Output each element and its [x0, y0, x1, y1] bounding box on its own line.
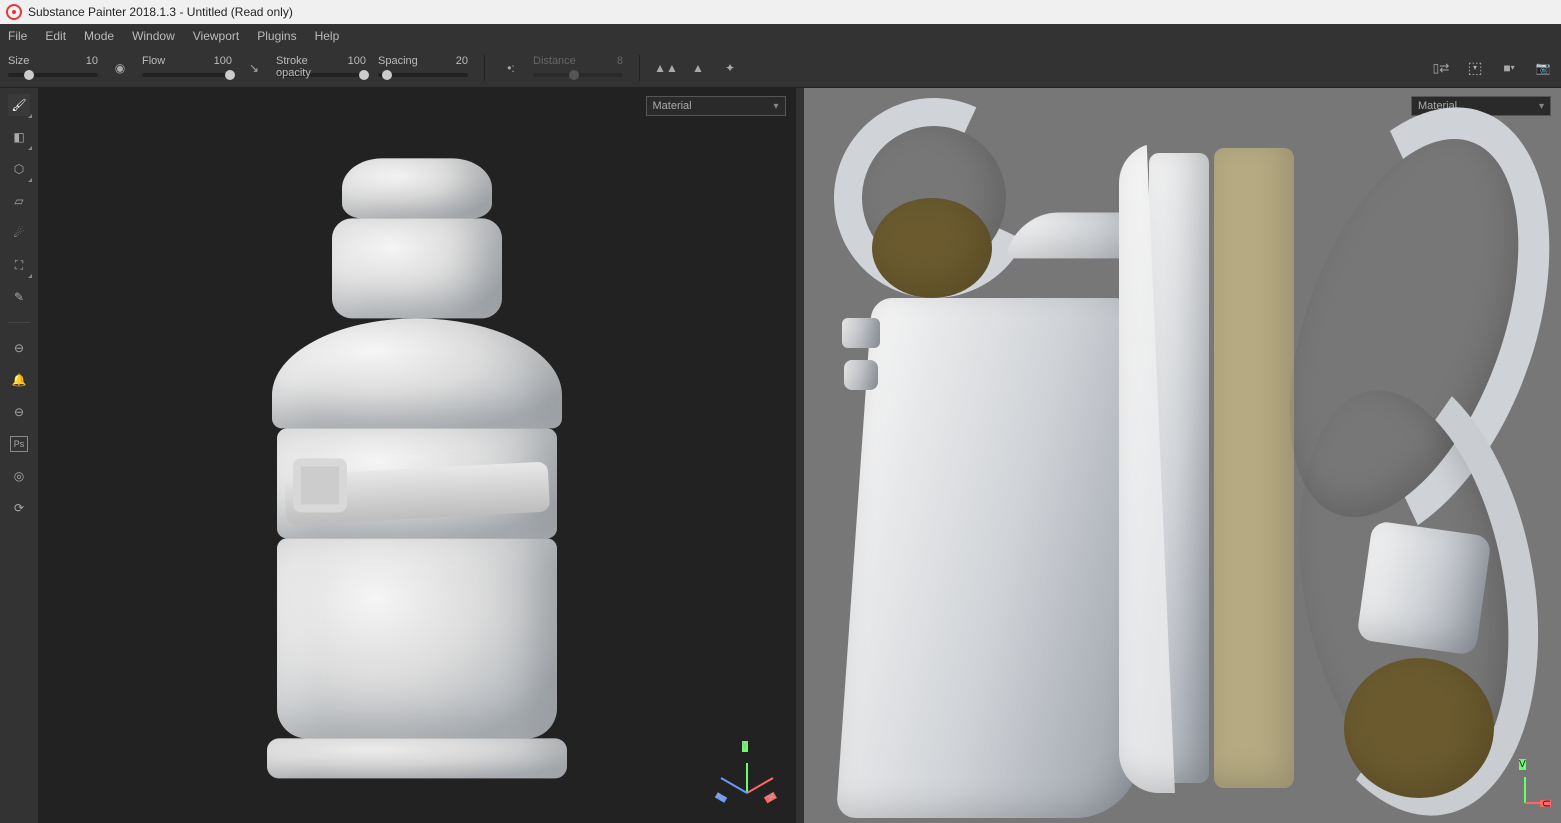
smudge-tool[interactable]: ☄	[8, 222, 30, 244]
axis-gizmo-2d[interactable]: V U	[1499, 759, 1549, 809]
size-value: 10	[74, 55, 98, 67]
stroke-opacity-group: Stroke opacity 100	[276, 59, 366, 77]
distance-label: Distance	[533, 55, 576, 67]
size-label: Size	[8, 55, 29, 67]
uv-island	[1344, 658, 1494, 798]
uv-island	[842, 318, 880, 348]
projection-tool[interactable]: ⬡	[8, 158, 30, 180]
tool-panel: 🖌 ◧ ⬡ ▱ ☄ ⛶ ✎ ⊖ 🔔 ⊖ Ps ◎ ⟳	[0, 88, 38, 823]
symmetry-x-icon[interactable]: ▲▲	[656, 58, 676, 78]
alerts-icon[interactable]: 🔔	[8, 369, 30, 391]
spacing-value: 20	[444, 55, 468, 67]
axis-u-label: U	[1540, 800, 1551, 807]
brush-toolbar: Size 10 ◉ Flow 100 ↘ Stroke opacity 100	[0, 48, 1561, 88]
spacing-slider[interactable]: Spacing 20	[378, 73, 468, 77]
stroke-opacity-label: Stroke opacity	[276, 55, 343, 79]
settings-sync-icon[interactable]: ⟳	[8, 497, 30, 519]
menu-mode[interactable]: Mode	[84, 29, 114, 43]
spacing-label: Spacing	[378, 55, 418, 67]
viewport-area: Material ▾ Y X Z	[38, 88, 1561, 823]
flow-value: 100	[208, 55, 232, 67]
render-icon[interactable]: ⊖	[8, 401, 30, 423]
picker-tool[interactable]: ✎	[8, 286, 30, 308]
chevron-down-icon: ▾	[773, 101, 778, 112]
viewport-2d[interactable]: Material ▾ V U	[804, 88, 1561, 823]
brush-hardness-icon[interactable]: ◉	[110, 58, 130, 78]
size-group: Size 10	[8, 59, 98, 77]
paint-brush-tool[interactable]: 🖌	[8, 94, 30, 116]
distance-value: 8	[599, 55, 623, 67]
menu-file[interactable]: File	[8, 29, 27, 43]
axis-gizmo-3d[interactable]: Y X Z	[716, 743, 776, 803]
menu-edit[interactable]: Edit	[45, 29, 66, 43]
distance-group: Distance 8	[533, 59, 623, 77]
size-slider[interactable]: Size 10	[8, 73, 98, 77]
menu-bar: File Edit Mode Window Viewport Plugins H…	[0, 24, 1561, 48]
viewport-3d[interactable]: Material ▾ Y X Z	[38, 88, 796, 823]
content: 🖌 ◧ ⬡ ▱ ☄ ⛶ ✎ ⊖ 🔔 ⊖ Ps ◎ ⟳ Material ▾	[0, 88, 1561, 823]
axis-v-label: V	[1519, 759, 1526, 770]
screenshot-icon[interactable]: 📷	[1533, 58, 1553, 78]
angle-icon[interactable]: ↘	[244, 58, 264, 78]
flow-group: Flow 100	[142, 59, 232, 77]
spacing-group: Spacing 20	[378, 59, 468, 77]
iray-icon[interactable]: ◎	[8, 465, 30, 487]
menu-viewport[interactable]: Viewport	[193, 29, 239, 43]
uv-island	[844, 360, 878, 390]
eraser-tool[interactable]: ◧	[8, 126, 30, 148]
view-mode-icon[interactable]: ⬚▾	[1465, 58, 1485, 78]
distance-slider: Distance 8	[533, 73, 623, 77]
menu-plugins[interactable]: Plugins	[257, 29, 296, 43]
menu-window[interactable]: Window	[132, 29, 175, 43]
clone-tool[interactable]: ⛶	[8, 254, 30, 276]
window-title: Substance Painter 2018.1.3 - Untitled (R…	[28, 5, 293, 19]
model-preview	[257, 158, 577, 778]
flow-slider[interactable]: Flow 100	[142, 73, 232, 77]
flow-label: Flow	[142, 55, 165, 67]
stroke-opacity-slider[interactable]: Stroke opacity 100	[276, 73, 366, 77]
perspective-toggle-icon[interactable]: ▯⇄	[1431, 58, 1451, 78]
camera-mode-icon[interactable]: ■▾	[1499, 58, 1519, 78]
symmetry-settings-icon[interactable]: ✦	[720, 58, 740, 78]
material-dropdown-3d[interactable]: Material ▾	[646, 96, 786, 116]
uv-island	[1356, 520, 1492, 656]
photoshop-export-icon[interactable]: Ps	[8, 433, 30, 455]
menu-help[interactable]: Help	[315, 29, 340, 43]
axis-x-label: X	[764, 792, 777, 803]
polygon-fill-tool[interactable]: ▱	[8, 190, 30, 212]
lazy-mouse-icon[interactable]: •:	[501, 58, 521, 78]
app-icon	[6, 4, 22, 20]
shelf-toggle-icon[interactable]: ⊖	[8, 337, 30, 359]
material-dropdown-3d-label: Material	[653, 100, 692, 112]
axis-z-label: Z	[714, 792, 727, 803]
uv-island	[872, 198, 992, 298]
chevron-down-icon: ▾	[1539, 101, 1544, 112]
title-bar: Substance Painter 2018.1.3 - Untitled (R…	[0, 0, 1561, 24]
symmetry-y-icon[interactable]: ▲	[688, 58, 708, 78]
axis-y-label: Y	[742, 741, 749, 752]
